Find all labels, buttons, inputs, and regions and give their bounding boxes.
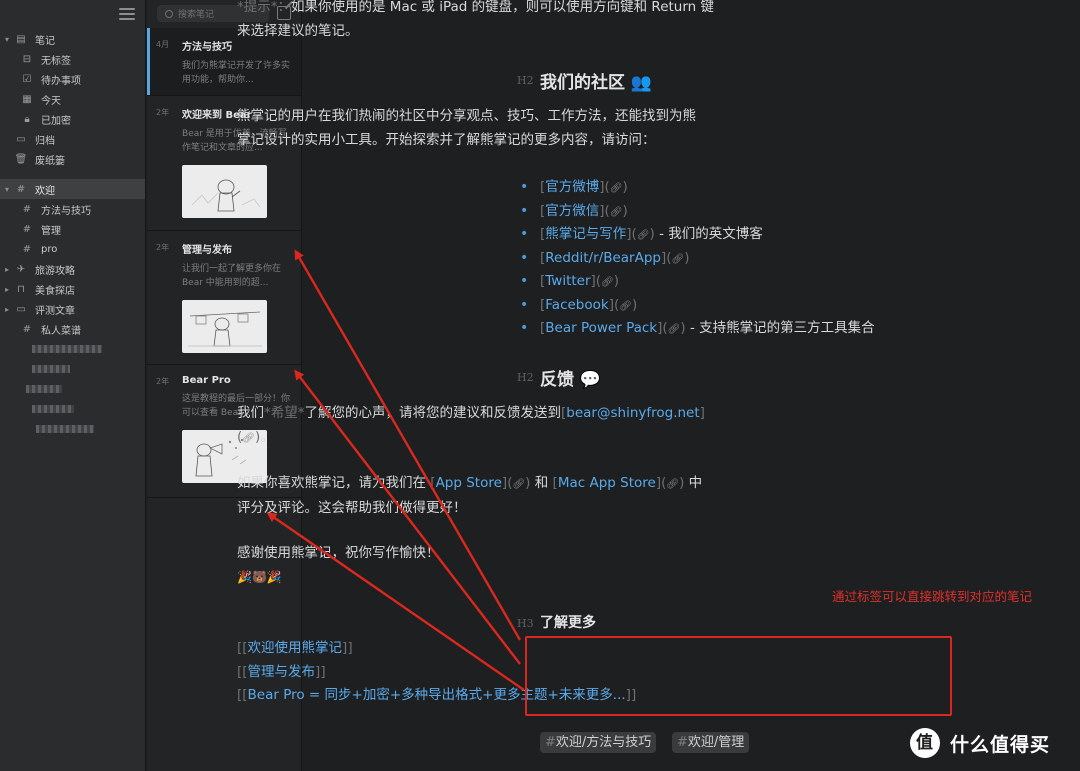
site-watermark: 什么值得买 — [910, 728, 1050, 758]
watermark-text: 什么值得买 — [950, 733, 1051, 756]
annotation-arrows — [266, 249, 525, 691]
arrow-to-manage-note — [294, 249, 522, 641]
arrow-to-bearpro-note — [294, 369, 521, 665]
smzdm-logo-icon — [910, 728, 940, 758]
arrow-to-welcome-note — [266, 512, 525, 691]
